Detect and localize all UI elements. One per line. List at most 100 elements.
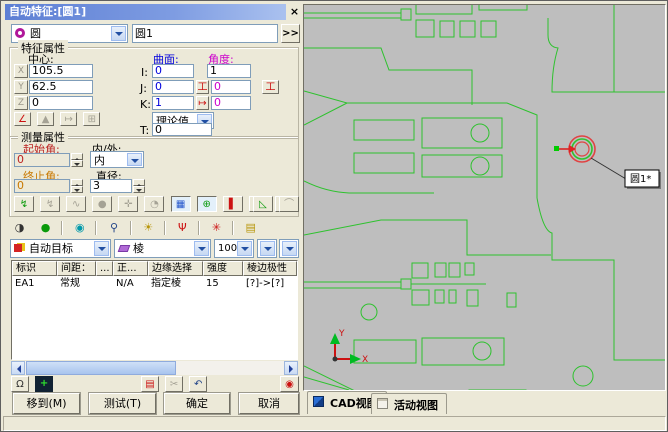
grid-snap-icon[interactable]: ⊞: [83, 112, 100, 126]
region-select-icon[interactable]: ▦: [171, 196, 191, 212]
vector-arrow-icon[interactable]: ↦: [196, 96, 209, 110]
cad-canvas[interactable]: 圆1* Y X: [304, 5, 665, 390]
center-z-field[interactable]: 0: [29, 96, 93, 110]
col-ellipsis[interactable]: ...: [96, 261, 113, 276]
center-y-field[interactable]: 62.5: [29, 80, 93, 94]
chevron-down-icon[interactable]: [111, 26, 126, 41]
col-id[interactable]: 标识: [12, 261, 57, 276]
scissors-icon[interactable]: ✂: [165, 376, 183, 392]
move-to-button[interactable]: 移到(M): [13, 393, 80, 414]
green-polarity-combo[interactable]: [279, 239, 299, 258]
col-strength[interactable]: 强度: [203, 261, 243, 276]
ok-button[interactable]: 确定: [164, 393, 230, 414]
chevron-down-icon[interactable]: [194, 241, 209, 256]
feature-properties-group: 特征属性 中心: X 105.5 Y 62.5 Z 0 ∠ ▲ ↦ ⊞ 曲面: …: [9, 47, 299, 139]
col-direction[interactable]: 正...: [113, 261, 148, 276]
edge-mode-combo[interactable]: 棱: [114, 239, 211, 258]
close-icon[interactable]: ×: [288, 5, 301, 18]
curve-scan-icon[interactable]: ∿: [66, 196, 86, 212]
cell-polarity: [?]->[?]: [243, 276, 297, 291]
arc-mode-icon[interactable]: ◔: [144, 196, 164, 212]
dot-mode-icon[interactable]: ●: [92, 196, 112, 212]
undo-icon[interactable]: ↶: [189, 376, 207, 392]
report-icon[interactable]: ▤: [141, 376, 159, 392]
angle-3-field[interactable]: 0: [211, 96, 251, 110]
auto-target-toggle-icon[interactable]: ⊕: [197, 196, 217, 212]
feature-name-input[interactable]: 圆1: [132, 24, 278, 43]
cancel-button[interactable]: 取消: [239, 393, 299, 414]
chevron-down-icon[interactable]: [282, 241, 297, 256]
y-axis-label: Y: [338, 329, 345, 339]
eye-icon[interactable]: ◉: [69, 220, 90, 236]
tag-icon[interactable]: ▤: [240, 220, 261, 236]
surface-i-field[interactable]: 0: [152, 64, 194, 78]
angle-1-field[interactable]: 1: [207, 64, 251, 78]
cross-mode-icon[interactable]: ✛: [118, 196, 138, 212]
globe-icon[interactable]: ●: [35, 220, 56, 236]
auto-target-combo[interactable]: 自动目标: [10, 239, 111, 258]
red-polarity-combo[interactable]: [257, 239, 277, 258]
x-axis-button[interactable]: X: [14, 64, 28, 78]
flip-vector-icon[interactable]: 工: [196, 80, 209, 94]
end-angle-spinner[interactable]: [71, 179, 83, 193]
end-angle-field[interactable]: 0: [14, 179, 70, 193]
probe-icon[interactable]: Ψ: [172, 220, 193, 236]
start-angle-field[interactable]: 0: [14, 153, 70, 167]
bars-filter-icon[interactable]: ▌: [223, 196, 243, 212]
inner-outer-value: 内: [94, 153, 105, 168]
surface-k-field[interactable]: 1: [152, 96, 194, 110]
edge-point-icon[interactable]: ↯: [14, 196, 34, 212]
snap-corner-icon[interactable]: ◺: [253, 196, 273, 212]
active-view-icon: [377, 398, 388, 409]
selected-circle-feature[interactable]: 圆1*: [554, 136, 661, 189]
flip-angle-icon[interactable]: 工: [262, 80, 279, 94]
magnifier-icon[interactable]: ⚲: [103, 220, 124, 236]
z-axis-button[interactable]: Z: [14, 96, 28, 110]
feature-type-value: 圆: [30, 26, 41, 41]
scroll-left-icon[interactable]: [11, 361, 25, 375]
dialog-titlebar[interactable]: 自动特征:[圆1]: [5, 4, 286, 20]
test-button[interactable]: 测试(T): [89, 393, 156, 414]
bulb-icon[interactable]: ☀: [138, 220, 159, 236]
arc-seg-icon[interactable]: ⌒: [279, 196, 299, 212]
i-label: I:: [141, 66, 148, 79]
diameter-field[interactable]: 3: [90, 179, 132, 193]
col-spacing[interactable]: 间距：: [57, 261, 96, 276]
tab-active-view[interactable]: 活动视图: [371, 393, 447, 414]
skew-line-icon[interactable]: ∠: [14, 112, 31, 126]
gear-icon[interactable]: ✳: [206, 220, 227, 236]
diameter-spinner[interactable]: [133, 179, 145, 193]
vector-jump-icon[interactable]: ↦: [60, 112, 77, 126]
col-polarity[interactable]: 棱边极性: [243, 261, 297, 276]
chevron-down-icon[interactable]: [94, 241, 109, 256]
expand-button[interactable]: >>: [281, 24, 300, 43]
start-angle-spinner[interactable]: [71, 153, 83, 167]
y-axis-button[interactable]: Y: [14, 80, 28, 94]
chevron-down-icon[interactable]: [237, 241, 252, 256]
table-hscrollbar[interactable]: [11, 361, 298, 375]
chevron-down-icon[interactable]: [260, 241, 275, 256]
scroll-thumb[interactable]: [26, 361, 176, 375]
edge-mode-icon: [118, 245, 131, 252]
angle-2-field[interactable]: 0: [211, 80, 251, 94]
t-field[interactable]: 0: [152, 123, 212, 136]
crosshair-icon[interactable]: +: [35, 376, 53, 392]
col-edge-select[interactable]: 边缘选择: [148, 261, 203, 276]
contrast-sphere-icon[interactable]: ◑: [9, 220, 30, 236]
cad-view[interactable]: 圆1* Y X: [303, 4, 666, 391]
cell-spacing: 常规: [57, 276, 96, 291]
measure-properties-group: 测量属性 起始角: 0 内/外: 内 终止角: 0 直径: 3 ↯ ↯ ∿ ● …: [9, 136, 299, 217]
edge-point-off-icon[interactable]: ↯: [40, 196, 60, 212]
chevron-down-icon[interactable]: [127, 153, 142, 166]
inner-outer-combo[interactable]: 内: [90, 151, 144, 168]
table-row[interactable]: EA1 常规 N/A 指定棱 15 [?]->[?]: [12, 276, 297, 291]
center-x-field[interactable]: 105.5: [29, 64, 93, 78]
lock-icon[interactable]: Ω: [11, 376, 29, 392]
j-label: J:: [140, 82, 147, 95]
surface-sample-icon[interactable]: ▲: [37, 112, 54, 126]
target-capture-icon[interactable]: ◉: [280, 376, 299, 392]
zoom-level-combo[interactable]: 100%: [214, 239, 254, 258]
approach-point: [554, 146, 559, 151]
scroll-right-icon[interactable]: [284, 361, 298, 375]
surface-j-field[interactable]: 0: [152, 80, 194, 94]
